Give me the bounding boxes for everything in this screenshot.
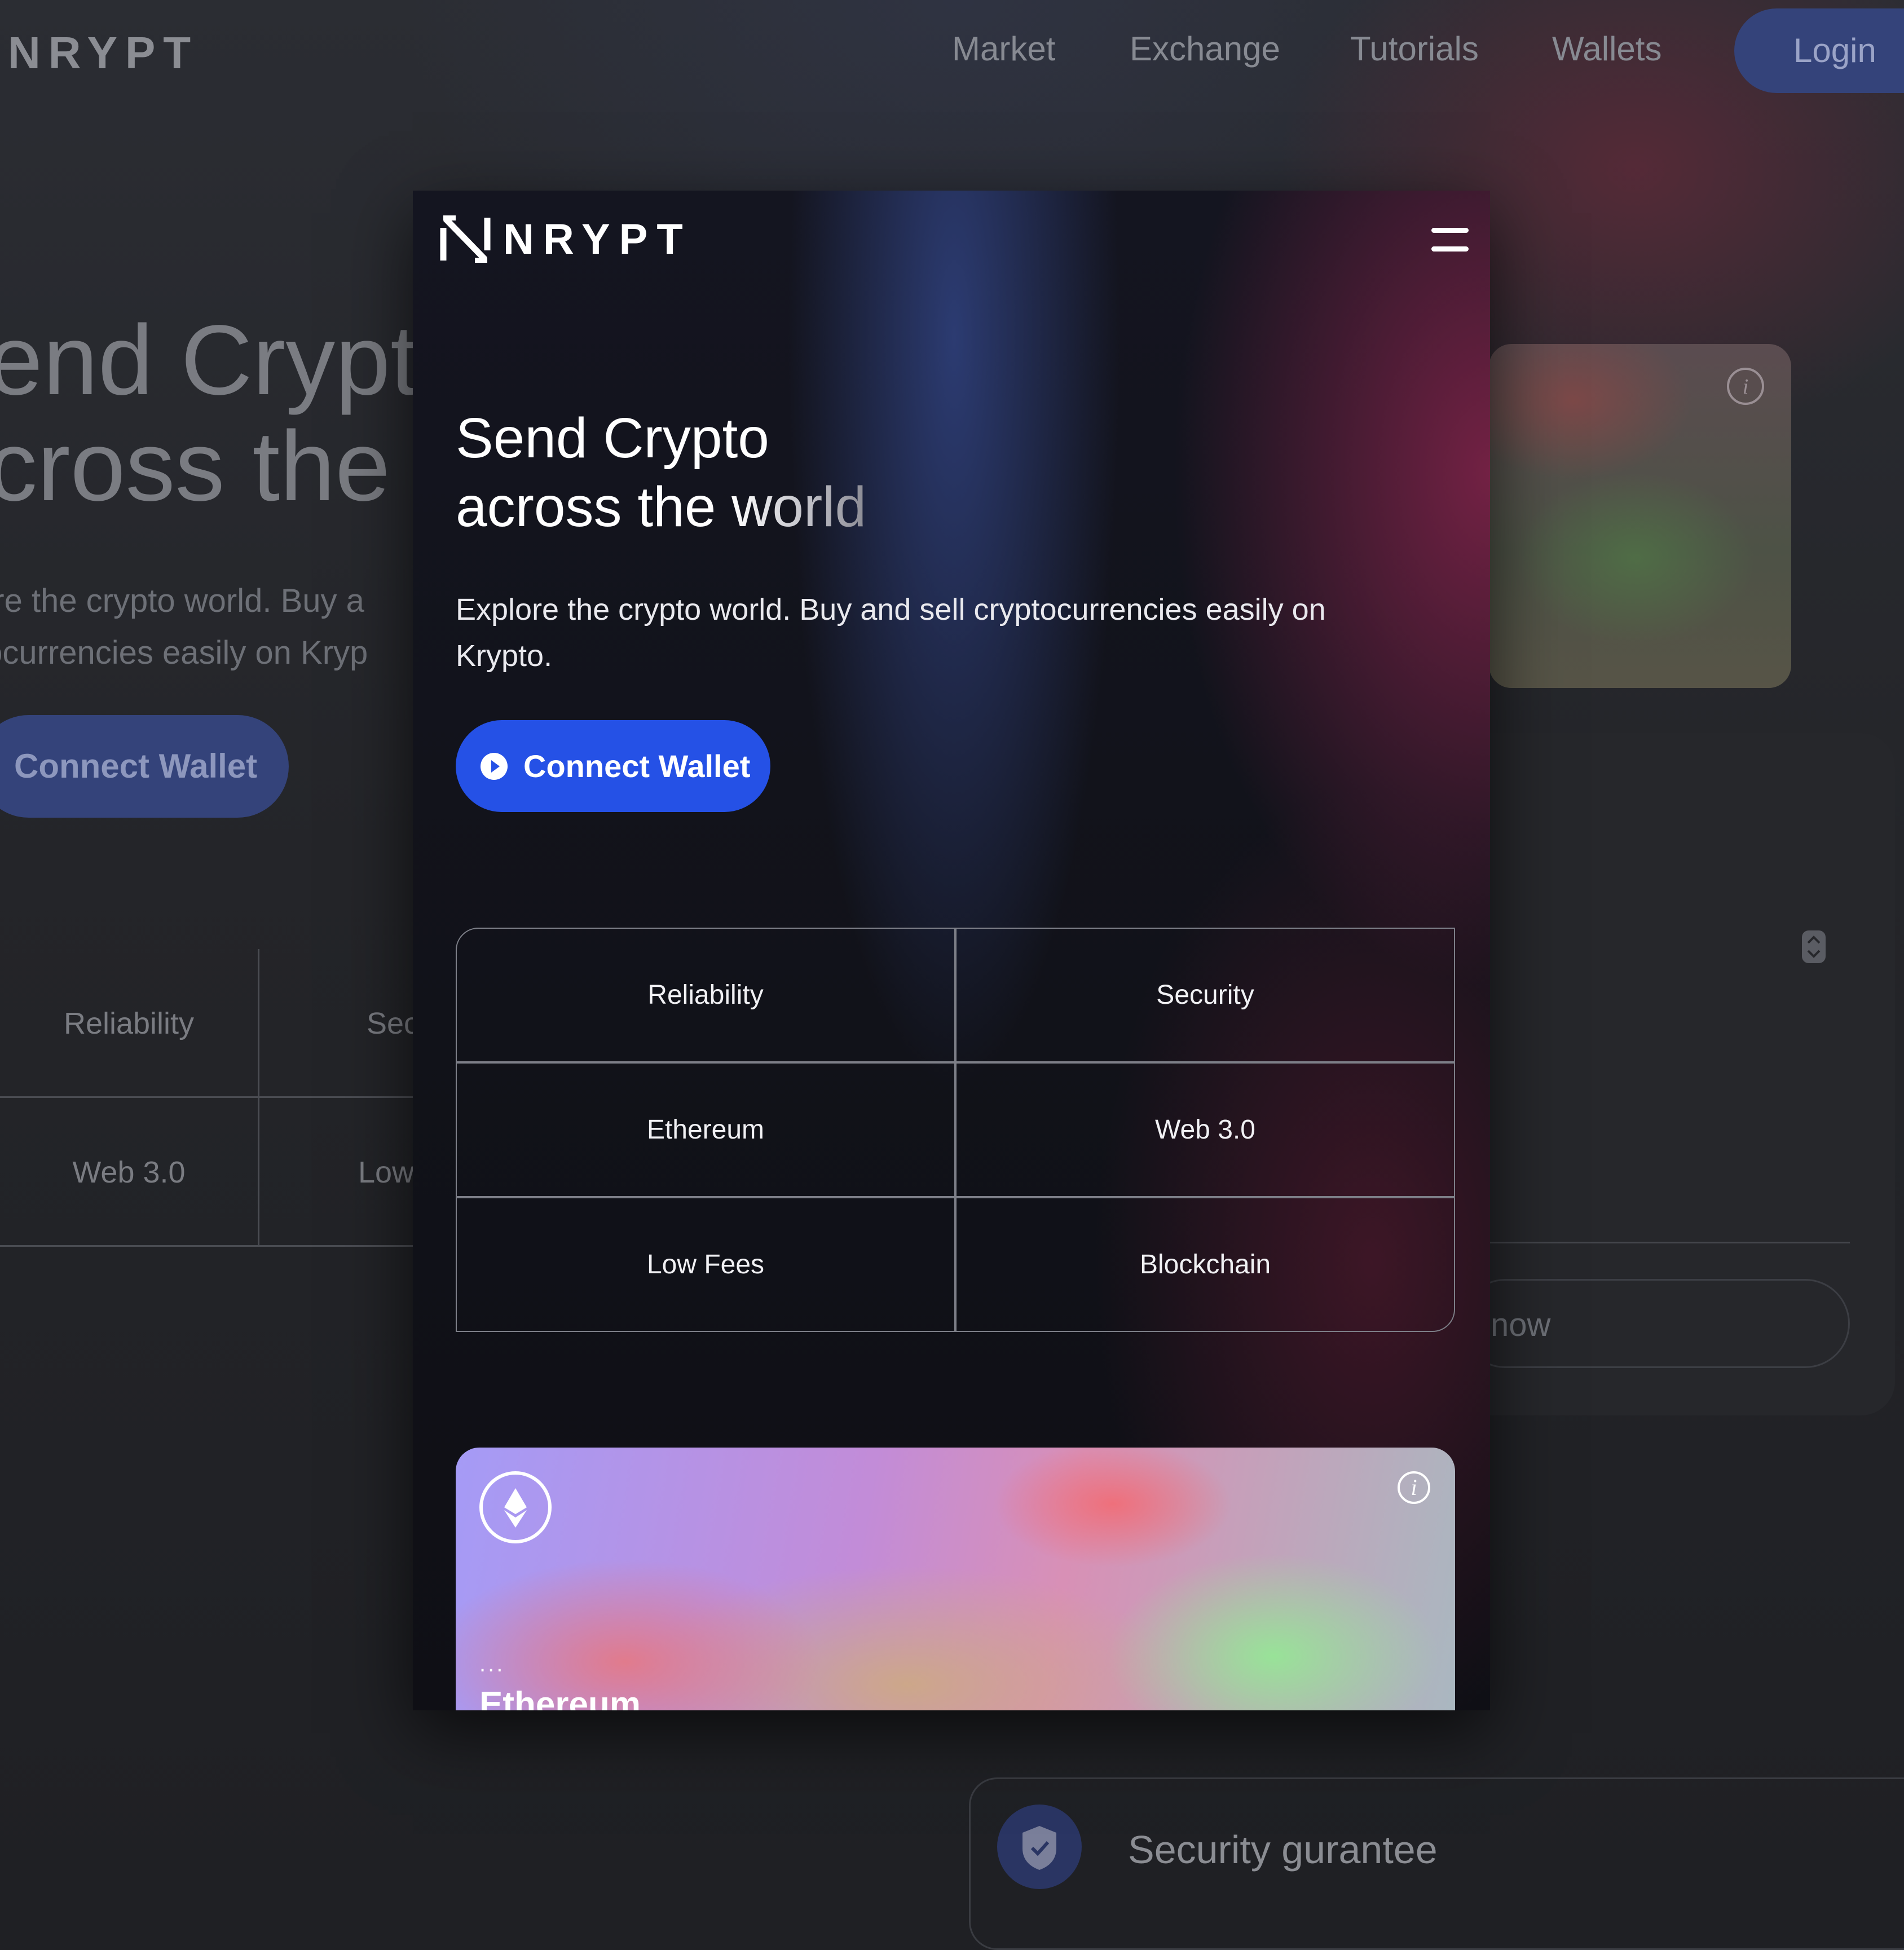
- mobile-preview-modal: NRYPT Send Crypto across the world Explo…: [413, 191, 1490, 1710]
- feature-blockchain: Blockchain: [955, 1197, 1455, 1332]
- ethereum-icon: [479, 1471, 552, 1543]
- feature-grid: Reliability Security Ethereum Web 3.0 Lo…: [456, 928, 1455, 1333]
- hamburger-menu-icon[interactable]: [1431, 228, 1469, 253]
- hero-description: Explore the crypto world. Buy and sell c…: [456, 593, 1326, 673]
- background-divider: [1478, 1242, 1850, 1243]
- hero-title: Send Crypto across the world: [456, 407, 867, 539]
- feature-web3: Web 3.0: [955, 1062, 1455, 1197]
- background-hero-title: end Crypt cross the: [0, 305, 418, 522]
- background-hero-description: ore the crypto world. Buy a tocurrencies…: [0, 583, 368, 671]
- nav-exchange[interactable]: Exchange: [1130, 29, 1280, 68]
- ethereum-card[interactable]: i ... Ethereum: [456, 1448, 1455, 1710]
- background-feature-cell: Reliability: [0, 949, 259, 1098]
- feature-reliability: Reliability: [456, 928, 955, 1062]
- feature-low-fees: Low Fees: [456, 1197, 955, 1332]
- background-logo: NRYPT: [8, 28, 199, 78]
- nav-wallets[interactable]: Wallets: [1552, 29, 1661, 68]
- card-coin-name: Ethereum: [479, 1685, 641, 1710]
- connect-wallet-label: Connect Wallet: [523, 748, 751, 784]
- background-send-now-button[interactable]: now: [1461, 1279, 1850, 1368]
- background-feature-cell: Web 3.0: [0, 1098, 259, 1247]
- background-security-title: Security gurantee: [1128, 1828, 1438, 1872]
- nav-tutorials[interactable]: Tutorials: [1350, 29, 1479, 68]
- brand-logo[interactable]: NRYPT: [440, 215, 692, 263]
- logo-mark-icon: [440, 215, 491, 263]
- card-dots: ...: [479, 1652, 505, 1677]
- info-icon[interactable]: i: [1398, 1471, 1430, 1504]
- connect-wallet-button[interactable]: Connect Wallet: [456, 720, 770, 812]
- feature-ethereum: Ethereum: [456, 1062, 955, 1197]
- feature-security: Security: [955, 928, 1455, 1062]
- nav-market[interactable]: Market: [952, 29, 1055, 68]
- background-connect-wallet-button[interactable]: Connect Wallet: [0, 715, 289, 818]
- play-circle-icon: [481, 752, 508, 780]
- stepper-icon[interactable]: [1801, 929, 1827, 964]
- login-button[interactable]: Login: [1734, 8, 1904, 93]
- info-icon[interactable]: i: [1726, 367, 1765, 406]
- shield-icon: [997, 1805, 1082, 1889]
- background-crypto-card: i: [1489, 344, 1791, 688]
- brand-logo-text: NRYPT: [503, 215, 692, 263]
- svg-text:i: i: [1743, 375, 1749, 399]
